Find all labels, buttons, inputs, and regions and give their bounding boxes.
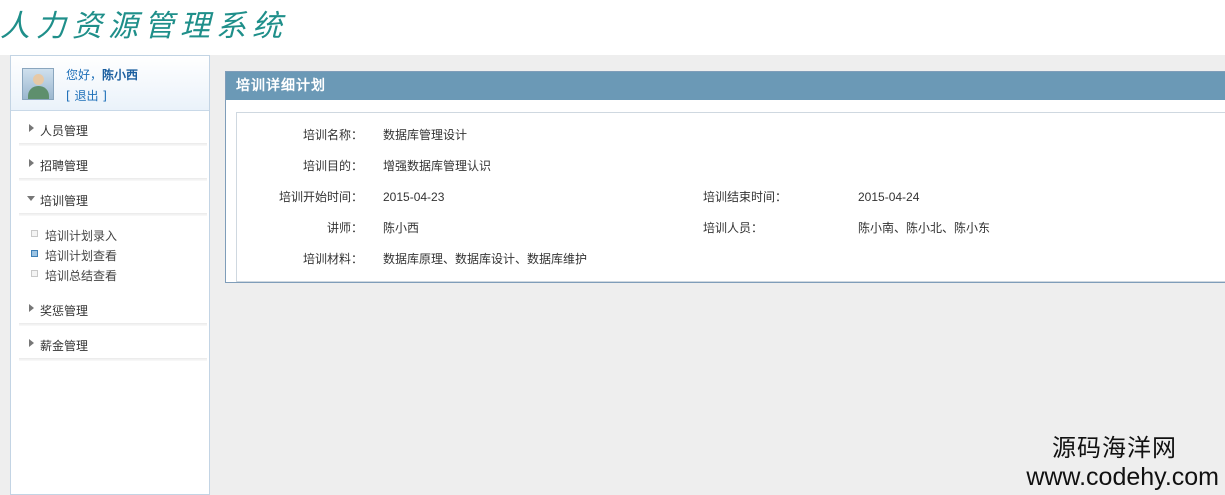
training-submenu: 培训计划录入 培训计划查看 培训总结查看 — [11, 216, 209, 291]
greeting-text: 您好， — [66, 68, 103, 82]
bullet-square-icon — [31, 270, 38, 277]
user-box: 您好，陈小西 [ 退出 ] — [11, 56, 209, 111]
detail-row: 讲师： 陈小西 培训人员： 陈小南、陈小北、陈小东 — [237, 212, 990, 243]
sidebar-item-label: 培训管理 — [40, 194, 89, 208]
submenu-item-summary-view[interactable]: 培训总结查看 — [11, 264, 209, 284]
divider — [19, 213, 207, 216]
sidebar-item-label: 薪金管理 — [40, 339, 89, 353]
chevron-right-icon — [29, 124, 34, 132]
chevron-right-icon — [29, 159, 34, 167]
sidebar-item-label: 招聘管理 — [40, 159, 89, 173]
chevron-right-icon — [29, 304, 34, 312]
app-logo-title: 人力资源管理系统 — [0, 9, 288, 44]
sidebar-item-label: 人员管理 — [40, 124, 89, 138]
detail-box: 培训名称： 数据库管理设计 培训目的： 增强数据库管理认识 培训开始时间： 20… — [236, 112, 1225, 282]
field-value: 陈小西 — [383, 221, 420, 235]
detail-row: 培训名称： 数据库管理设计 — [237, 119, 990, 150]
avatar-body — [28, 86, 49, 99]
chevron-down-icon — [27, 196, 35, 201]
work-area: 您好，陈小西 [ 退出 ] 人员管理 招聘管理 培训管理 培训计划录入 培训计划… — [0, 55, 1225, 495]
detail-row: 培训材料： 数据库原理、数据库设计、数据库维护 — [237, 243, 990, 274]
field-label: 培训开始时间： — [278, 190, 363, 204]
field-label: 培训名称： — [302, 128, 363, 142]
submenu-item-label: 培训总结查看 — [45, 269, 118, 283]
user-greeting: 您好，陈小西 — [66, 66, 138, 83]
field-value: 数据库原理、数据库设计、数据库维护 — [383, 252, 588, 266]
field-label: 培训目的： — [302, 159, 363, 173]
bullet-square-icon — [31, 250, 38, 257]
avatar — [22, 68, 54, 100]
field-value: 陈小南、陈小北、陈小东 — [858, 221, 991, 235]
field-value: 2015-04-23 — [383, 189, 445, 204]
panel-title: 培训详细计划 — [226, 72, 1225, 100]
field-label: 培训结束时间： — [703, 190, 788, 204]
submenu-item-label: 培训计划录入 — [45, 229, 118, 243]
field-label: 讲师： — [326, 221, 363, 235]
submenu-item-plan-entry[interactable]: 培训计划录入 — [11, 224, 209, 244]
detail-table: 培训名称： 数据库管理设计 培训目的： 增强数据库管理认识 培训开始时间： 20… — [237, 119, 990, 274]
detail-row: 培训开始时间： 2015-04-23 培训结束时间： 2015-04-24 — [237, 181, 990, 212]
submenu-item-label: 培训计划查看 — [45, 249, 118, 263]
detail-row: 培训目的： 增强数据库管理认识 — [237, 150, 990, 181]
field-label: 培训人员： — [703, 221, 764, 235]
sidebar-item-training[interactable]: 培训管理 — [11, 181, 209, 216]
avatar-head — [33, 74, 44, 85]
user-name: 陈小西 — [102, 68, 139, 82]
field-value: 增强数据库管理认识 — [383, 159, 492, 173]
sidebar-item-rewards[interactable]: 奖惩管理 — [11, 291, 209, 326]
field-label: 培训材料： — [302, 252, 363, 266]
watermark: 源码海洋网 www.codehy.com — [1026, 435, 1219, 491]
field-value: 2015-04-24 — [858, 189, 920, 204]
watermark-line1: 源码海洋网 — [1052, 435, 1177, 462]
bullet-square-icon — [31, 230, 38, 237]
sidebar-item-salary[interactable]: 薪金管理 — [11, 326, 209, 361]
sidebar-item-personnel[interactable]: 人员管理 — [11, 111, 209, 146]
sidebar-item-label: 奖惩管理 — [40, 304, 89, 318]
main-panel: 培训详细计划 培训名称： 数据库管理设计 培训目的： 增强数据库管理认识 培训开… — [225, 71, 1225, 283]
watermark-line2: www.codehy.com — [1026, 463, 1219, 491]
field-value: 数据库管理设计 — [383, 128, 468, 142]
divider — [19, 358, 207, 361]
logout-link[interactable]: [ 退出 ] — [66, 87, 107, 104]
sidebar-item-recruitment[interactable]: 招聘管理 — [11, 146, 209, 181]
chevron-right-icon — [29, 339, 34, 347]
submenu-item-plan-view[interactable]: 培训计划查看 — [11, 244, 209, 264]
sidebar: 您好，陈小西 [ 退出 ] 人员管理 招聘管理 培训管理 培训计划录入 培训计划… — [10, 55, 210, 495]
